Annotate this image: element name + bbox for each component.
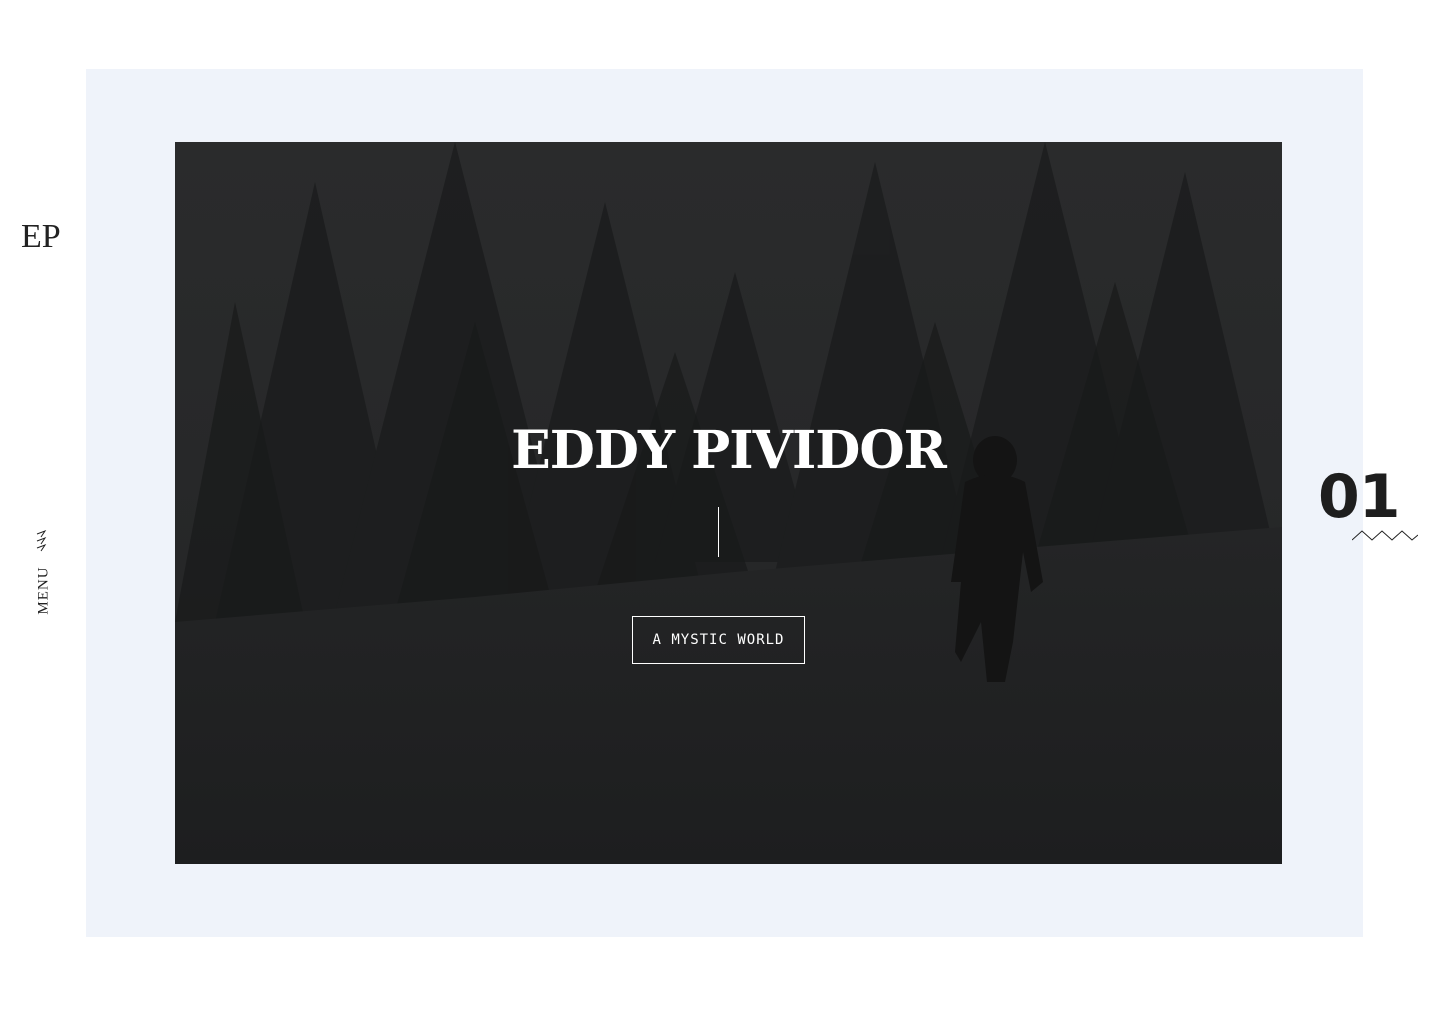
hero-background-image <box>175 142 1282 864</box>
page: EDDY PIVIDOR A MYSTIC WORLD EP MENU 01 <box>0 0 1440 1024</box>
mystic-world-button[interactable]: A MYSTIC WORLD <box>632 616 805 664</box>
wave-line-icon <box>1352 530 1418 541</box>
hero-title: EDDY PIVIDOR <box>511 420 947 481</box>
hero-section: EDDY PIVIDOR A MYSTIC WORLD <box>175 142 1282 864</box>
menu-label: MENU <box>35 566 52 615</box>
slide-number: 01 <box>1318 462 1400 532</box>
hero-divider <box>718 507 719 557</box>
site-logo[interactable]: EP <box>21 218 61 256</box>
menu-toggle[interactable]: MENU <box>30 526 58 616</box>
zigzag-icon <box>36 529 47 552</box>
